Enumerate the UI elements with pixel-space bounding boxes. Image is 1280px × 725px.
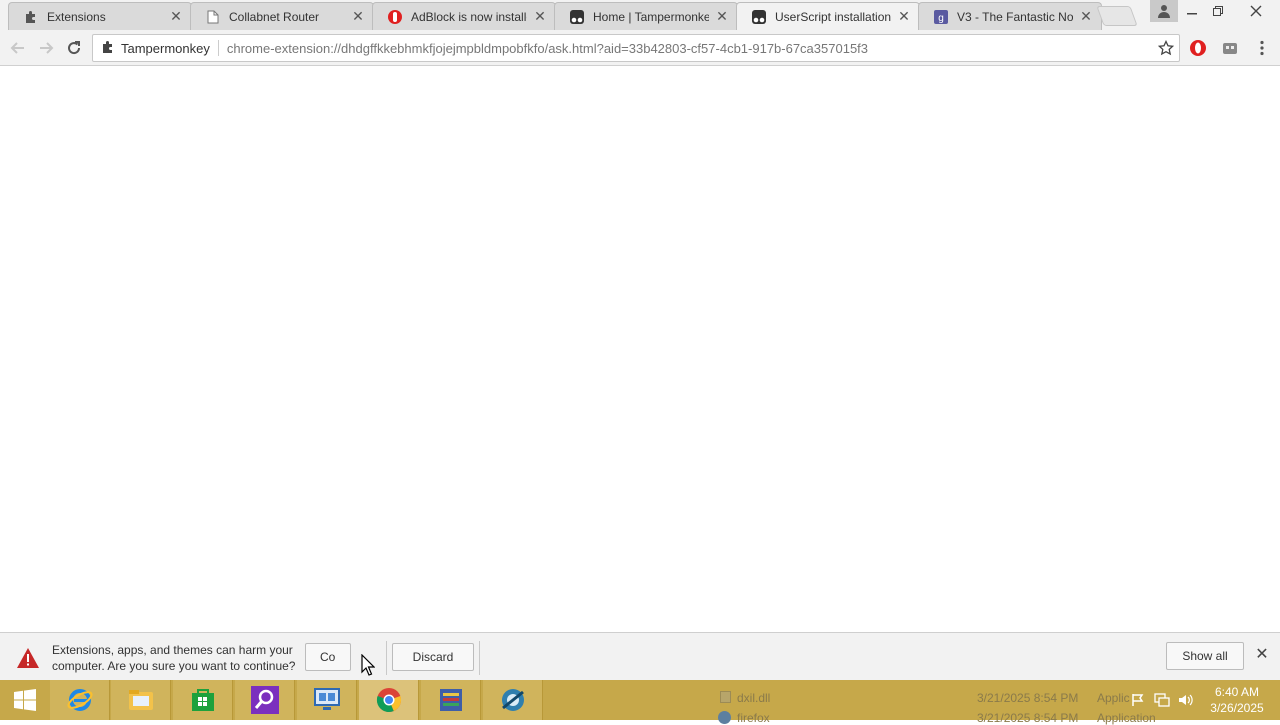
control-panel-icon[interactable] [421, 680, 481, 720]
download-bar: Extensions, apps, and themes can harm yo… [0, 632, 1280, 680]
opera-extension-icon[interactable] [1186, 36, 1210, 60]
puzzle-icon [101, 40, 115, 57]
clock-time: 6:40 AM [1214, 685, 1260, 699]
svg-text:g: g [938, 13, 944, 24]
tab-title: Collabnet Router [229, 9, 320, 24]
close-icon[interactable]: ✕ [1079, 8, 1093, 24]
show-all-button[interactable]: Show all [1166, 642, 1244, 670]
reload-button[interactable] [62, 36, 86, 60]
forward-button[interactable] [34, 36, 58, 60]
url-text[interactable]: chrome-extension://dhdgffkkebhmkfjojejmp… [219, 41, 1153, 56]
volume-icon[interactable] [1176, 690, 1196, 710]
close-download-bar-icon[interactable]: ✕ [1252, 644, 1272, 664]
chrome-icon[interactable] [359, 680, 419, 720]
background-file-list: dxil.dll 3/21/2025 8:54 PM Applic firefo… [715, 680, 1156, 725]
warning-icon [16, 647, 40, 669]
tab-title: Home | Tampermonke [593, 9, 709, 24]
internet-explorer-icon[interactable] [50, 680, 110, 720]
extension-name: Tampermonkey [121, 40, 210, 56]
store-icon[interactable] [173, 680, 233, 720]
new-tab-button[interactable] [1096, 6, 1138, 26]
divider [386, 641, 387, 675]
clock-date: 3/26/2025 [1210, 701, 1264, 715]
action-center-icon[interactable] [1128, 690, 1148, 710]
adblock-icon [387, 9, 403, 25]
mouse-cursor-icon [361, 653, 376, 676]
tab-extensions[interactable]: Extensions ✕ [8, 2, 192, 30]
tab-tampermonkey-home[interactable]: Home | Tampermonke ✕ [554, 2, 738, 30]
search-app-icon[interactable] [235, 680, 295, 720]
page-content [0, 66, 1280, 632]
file-icon [720, 691, 731, 703]
close-icon[interactable]: ✕ [897, 8, 911, 24]
network-app-icon[interactable] [483, 680, 543, 720]
restore-icon[interactable] [1206, 0, 1230, 22]
tab-strip: Extensions ✕ Collabnet Router ✕ AdBlock … [0, 0, 1280, 30]
file-explorer-icon[interactable] [111, 680, 171, 720]
file-type: Application [1097, 711, 1156, 725]
tab-userscript-installation[interactable]: UserScript installation ✕ [736, 2, 920, 30]
download-warning-text: Extensions, apps, and themes can harm yo… [52, 643, 296, 673]
minimize-icon[interactable] [1180, 0, 1204, 22]
tab-title: UserScript installation [775, 9, 891, 24]
puzzle-icon [23, 9, 39, 25]
browser-toolbar: Tampermonkey chrome-extension://dhdgffkk… [0, 30, 1280, 66]
tab-v3-fantastic[interactable]: g V3 - The Fantastic No ✕ [918, 2, 1102, 30]
divider [479, 641, 480, 675]
tab-collabnet-router[interactable]: Collabnet Router ✕ [190, 2, 374, 30]
file-date: 3/21/2025 8:54 PM [977, 711, 1079, 725]
extension-chip: Tampermonkey [93, 35, 218, 61]
star-icon[interactable] [1153, 40, 1179, 56]
page-icon [205, 9, 221, 25]
tab-title: Extensions [47, 9, 106, 24]
menu-icon[interactable] [1250, 36, 1274, 60]
network-icon[interactable] [1152, 690, 1172, 710]
close-icon[interactable]: ✕ [533, 8, 547, 24]
close-icon[interactable]: ✕ [715, 8, 729, 24]
file-type: Applic [1097, 691, 1130, 705]
file-date: 3/21/2025 8:54 PM [977, 691, 1079, 705]
system-clock[interactable]: 6:40 AM 3/26/2025 [1200, 684, 1274, 716]
tab-title: V3 - The Fantastic No [957, 9, 1073, 24]
close-icon[interactable]: ✕ [169, 8, 183, 24]
file-name: firefox [737, 711, 770, 725]
tampermonkey-icon [751, 9, 767, 25]
firefox-icon [718, 711, 731, 724]
tab-title: AdBlock is now installe [411, 9, 527, 24]
window-close-icon[interactable] [1232, 0, 1280, 22]
user-profile-icon[interactable] [1150, 0, 1178, 22]
discard-button[interactable]: Discard [392, 643, 474, 671]
remote-desktop-icon[interactable] [297, 680, 357, 720]
taskbar: dxil.dll 3/21/2025 8:54 PM Applic firefo… [0, 680, 1280, 725]
v3-icon: g [933, 9, 949, 25]
back-button[interactable] [6, 36, 30, 60]
continue-button[interactable]: Co [305, 643, 351, 671]
close-icon[interactable]: ✕ [351, 8, 365, 24]
tab-adblock[interactable]: AdBlock is now installe ✕ [372, 2, 556, 30]
extension-icon[interactable] [1218, 36, 1242, 60]
tampermonkey-icon [569, 9, 585, 25]
address-bar[interactable]: Tampermonkey chrome-extension://dhdgffkk… [92, 34, 1180, 62]
file-name: dxil.dll [737, 691, 771, 705]
windows-start-icon[interactable] [0, 680, 50, 720]
